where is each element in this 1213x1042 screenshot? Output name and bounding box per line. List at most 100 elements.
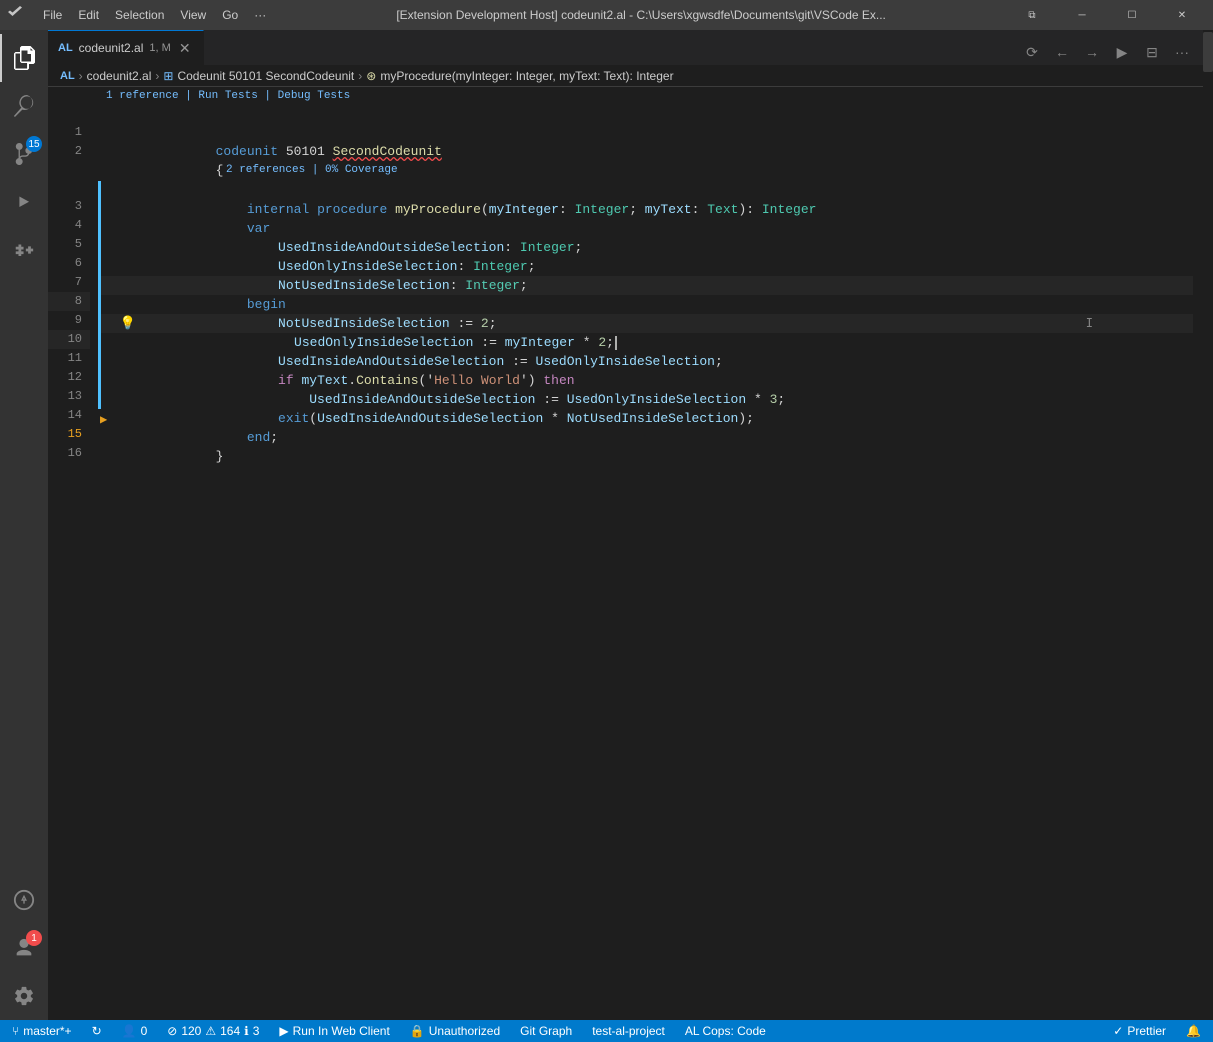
status-sync[interactable]: ↻ [88, 1020, 106, 1042]
gutter-blue-bar-4 [98, 200, 101, 219]
breadcrumb-lang: AL [60, 70, 75, 82]
code-line-10: 💡 UsedOnlyInsideSelection := myInteger *… [98, 314, 1193, 333]
status-unauthorized[interactable]: 🔒 Unauthorized [406, 1020, 504, 1042]
run-btn[interactable]: ▶ [1109, 39, 1135, 65]
gutter-14 [98, 390, 118, 409]
code-text-10[interactable]: UsedOnlyInsideSelection := myInteger * 2… [138, 314, 1193, 333]
code-text-12[interactable]: if myText.Contains('Hello World') then [118, 352, 1193, 371]
line-num-11: 11 [48, 349, 90, 368]
menu-selection[interactable]: Selection [108, 6, 171, 24]
gutter-blue-bar-7 [98, 257, 101, 276]
code-text-14[interactable]: exit(UsedInsideAndOutsideSelection * Not… [118, 390, 1193, 409]
breadcrumb-procedure[interactable]: ⊛ myProcedure(myInteger: Integer, myText… [366, 69, 673, 83]
window-maximize[interactable]: ☐ [1109, 0, 1155, 30]
menu-edit[interactable]: Edit [71, 6, 106, 24]
code-line-3: internal procedure myProcedure(myInteger… [98, 181, 1193, 200]
code-line-6: UsedOnlyInsideSelection: Integer; [98, 238, 1193, 257]
lightbulb-icon[interactable]: 💡 [118, 314, 138, 333]
code-line-13: UsedInsideAndOutsideSelection := UsedOnl… [98, 371, 1193, 390]
info-icon: ℹ [244, 1024, 249, 1038]
gutter-blue-bar-12 [98, 352, 101, 371]
tab-lang-indicator: AL [58, 42, 73, 54]
activity-search[interactable] [0, 82, 48, 130]
code-text-8[interactable]: begin [118, 276, 1193, 295]
tabs-bar: AL codeunit2.al 1, M ✕ ⟳ ← → ▶ ⊟ ··· [48, 30, 1203, 65]
code-text-6[interactable]: UsedOnlyInsideSelection: Integer; [118, 238, 1193, 257]
header-refs-link[interactable]: 1 reference | Run Tests | Debug Tests [106, 87, 350, 106]
code-text-16[interactable]: } [118, 428, 1193, 447]
activity-run-debug[interactable] [0, 178, 48, 226]
activity-accounts[interactable]: 1 [0, 924, 48, 972]
activity-settings[interactable] [0, 972, 48, 1020]
activity-explorer[interactable] [0, 34, 48, 82]
code-line-12: if myText.Contains('Hello World') then [98, 352, 1193, 371]
right-scroll[interactable] [1203, 30, 1213, 1020]
breadcrumb-codeunit[interactable]: ⊞ Codeunit 50101 SecondCodeunit [163, 69, 354, 83]
tab-close-btn[interactable]: ✕ [177, 40, 193, 56]
code-text-9[interactable]: NotUsedInsideSelection := 2; [118, 295, 1193, 314]
nav-forward-btn[interactable]: → [1079, 39, 1105, 65]
menu-go[interactable]: Go [215, 6, 245, 24]
gutter-5 [98, 219, 118, 238]
gutter-blue-bar-3 [98, 181, 101, 200]
line-num-9: 9 [48, 311, 90, 330]
code-text-2[interactable]: { [118, 142, 1193, 161]
code-text-13[interactable]: UsedInsideAndOutsideSelection := UsedOnl… [118, 371, 1193, 390]
code-text-7[interactable]: NotUsedInsideSelection: Integer; [118, 257, 1193, 276]
gutter-blue-bar-14 [98, 390, 101, 409]
code-line-16: } [98, 428, 1193, 447]
line-num-5: 5 [48, 235, 90, 254]
toggle-refs-btn[interactable]: ⟳ [1019, 39, 1045, 65]
code-text-3[interactable]: internal procedure myProcedure(myInteger… [118, 181, 1193, 200]
gutter-16 [98, 428, 118, 447]
window-layout-btn[interactable]: ⧉ [1009, 0, 1055, 30]
menu-view[interactable]: View [173, 6, 213, 24]
more-actions-btn[interactable]: ··· [1169, 39, 1195, 65]
editor-tab-codeunit2[interactable]: AL codeunit2.al 1, M ✕ [48, 30, 204, 65]
activity-alpa[interactable] [0, 876, 48, 924]
menu-file[interactable]: File [36, 6, 69, 24]
status-run-web[interactable]: ▶ Run In Web Client [275, 1020, 393, 1042]
menu-more[interactable]: ··· [247, 6, 273, 24]
notification-icon: 🔔 [1186, 1024, 1201, 1038]
gutter-11 [98, 333, 118, 352]
status-notifications[interactable]: 🔔 [1182, 1020, 1205, 1042]
status-errors[interactable]: ⊘ 120 ⚠ 164 ℹ 3 [163, 1020, 263, 1042]
gutter-9 [98, 295, 118, 314]
code-text-11[interactable]: UsedInsideAndOutsideSelection := UsedOnl… [118, 333, 1193, 352]
window-minimize[interactable]: ─ [1059, 0, 1105, 30]
code-text-1[interactable]: codeunit 50101 SecondCodeunit [118, 123, 1193, 142]
gutter-blue-bar-9 [98, 295, 101, 314]
activity-source-control[interactable]: 15 [0, 130, 48, 178]
code-text-15[interactable]: end; [118, 409, 1193, 428]
line-num-12: 12 [48, 368, 90, 387]
window-close[interactable]: ✕ [1159, 0, 1205, 30]
remote-icon: 👤 [122, 1024, 137, 1038]
status-branch[interactable]: ⑂ master*+ [8, 1020, 76, 1042]
code-text-4[interactable]: var [118, 200, 1193, 219]
codelens-header: 1 reference | Run Tests | Debug Tests [98, 87, 1193, 105]
gutter-12 [98, 352, 118, 371]
split-editor-btn[interactable]: ⊟ [1139, 39, 1165, 65]
status-git-graph[interactable]: Git Graph [516, 1020, 576, 1042]
status-al-cops[interactable]: AL Cops: Code [681, 1020, 770, 1042]
activity-extensions[interactable] [0, 226, 48, 274]
branch-icon: ⑂ [12, 1024, 19, 1038]
code-line-15: ▶ end; [98, 409, 1193, 428]
status-project[interactable]: test-al-project [588, 1020, 669, 1042]
code-line-5: UsedInsideAndOutsideSelection: Integer; [98, 219, 1193, 238]
status-remote[interactable]: 👤 0 [118, 1020, 152, 1042]
code-line-14: exit(UsedInsideAndOutsideSelection * Not… [98, 390, 1193, 409]
main-layout: 15 1 AL codeunit2.al 1, M [0, 30, 1213, 1020]
code-text-5[interactable]: UsedInsideAndOutsideSelection: Integer; [118, 219, 1193, 238]
line-num-13: 13 [48, 387, 90, 406]
line-num-1: 1 [48, 123, 90, 142]
gutter-13 [98, 371, 118, 390]
breadcrumb-file[interactable]: codeunit2.al [87, 69, 152, 83]
tab-filename: codeunit2.al [79, 41, 144, 55]
code-lines[interactable]: 1 reference | Run Tests | Debug Tests co… [98, 87, 1193, 1020]
gutter-blue-bar-5 [98, 219, 101, 238]
nav-back-btn[interactable]: ← [1049, 39, 1075, 65]
status-prettier[interactable]: ✓ Prettier [1109, 1020, 1170, 1042]
run-web-icon: ▶ [279, 1024, 288, 1038]
